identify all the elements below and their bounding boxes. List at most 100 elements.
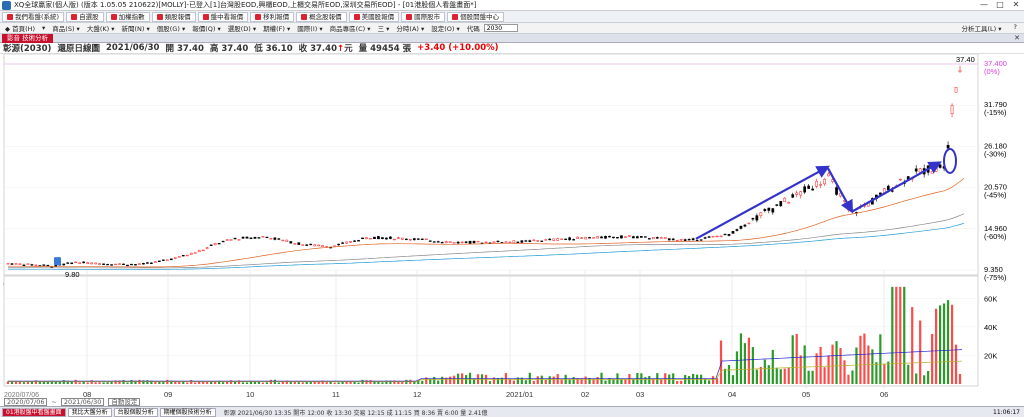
symbol-input[interactable]: 2030 <box>483 24 518 32</box>
volume-bar <box>536 376 539 384</box>
bottom-tab-0[interactable]: 01港股盤中看盤畫面 <box>2 407 66 417</box>
y-tick-percent: (0%) <box>984 67 1000 76</box>
candle-body <box>313 244 317 247</box>
x-tick-label: 04 <box>728 390 736 397</box>
menu-tab-4[interactable]: 盤中看報價 <box>197 11 249 22</box>
candle-body <box>209 244 213 246</box>
bottom-tab-3[interactable]: 期權個股技術分析 <box>159 407 216 417</box>
candle-body <box>958 70 962 73</box>
menu-tab-5[interactable]: 移利報價 <box>250 11 295 22</box>
candle-body <box>886 185 890 191</box>
candle-body <box>353 240 356 242</box>
candle-body <box>512 240 516 243</box>
volume-bar <box>747 337 750 384</box>
toolbar-right-item-0[interactable]: 分析工具(L) ▾ <box>959 23 1005 33</box>
menu-tab-0[interactable]: 我們看盤(系統) <box>2 11 65 22</box>
volume-bar <box>437 380 440 384</box>
range-from-input[interactable]: 2020/07/06 <box>4 397 48 406</box>
toolbar-item-1[interactable]: ▾ <box>39 24 48 32</box>
volume-bar <box>162 382 165 384</box>
bottom-tab-2[interactable]: 台股個股分析 <box>113 407 158 417</box>
range-mode-select[interactable]: 自動設定 <box>108 397 141 406</box>
volume-bar <box>62 380 65 384</box>
menu-tab-7[interactable]: 美國股報價 <box>348 11 400 22</box>
toolbar-item-11[interactable]: 三 ▾ <box>375 23 393 33</box>
candle-body <box>126 264 129 267</box>
candle-body <box>197 250 201 253</box>
candle-body <box>492 241 496 243</box>
menu-tab-1[interactable]: 自選股 <box>66 11 104 22</box>
toolbar-right-item-1[interactable]: ? <box>1011 23 1020 33</box>
chart-period[interactable]: 還原日線圖 <box>57 42 100 54</box>
toolbar-item-9[interactable]: 國際(I) ▾ <box>294 23 325 33</box>
close-window-button[interactable]: ✕ <box>1008 0 1024 10</box>
menu-tab-9[interactable]: 個股開盤中心 <box>447 11 505 22</box>
toolbar-item-14[interactable]: 代碼 <box>464 23 483 33</box>
toolbar-item-0[interactable]: ◆ 首頁(H) <box>2 23 38 33</box>
candle-body <box>763 209 767 211</box>
volume-bar <box>879 334 882 384</box>
candle-body <box>185 254 189 257</box>
toolbar-item-10[interactable]: 商品專區(C) ▾ <box>327 23 374 33</box>
toolbar-item-2[interactable]: 商品(S) ▾ <box>49 23 83 33</box>
menu-tab-label: 類股報價 <box>164 12 191 21</box>
toolbar-item-7[interactable]: 選股(D) ▾ <box>225 23 259 33</box>
candle-body <box>241 236 245 239</box>
x-tick-label: 11 <box>332 390 340 397</box>
candle-body <box>293 243 297 245</box>
price-chart[interactable]: 37.400(0%)31.790(-15%)26.180(-30%)20.570… <box>0 54 1024 397</box>
candle-body <box>150 262 153 264</box>
volume-bar <box>612 379 615 384</box>
candle-body <box>719 235 723 238</box>
candle-body <box>74 261 78 264</box>
toolbar-item-6[interactable]: 報價(Q) ▾ <box>189 23 224 33</box>
toolbar-item-8[interactable]: 期權(F) ▾ <box>260 23 293 33</box>
panel-close-icon[interactable]: ✕ <box>1014 34 1020 43</box>
candle-body <box>655 237 659 239</box>
volume-bar <box>759 366 762 384</box>
candle-body <box>584 236 587 240</box>
candle-body <box>540 240 544 242</box>
volume-bar <box>397 381 400 384</box>
volume-bar <box>38 381 41 384</box>
app-logo-icon <box>2 0 11 10</box>
volume-bar <box>903 286 906 384</box>
toolbar-item-4[interactable]: 新聞(N) ▾ <box>119 23 153 33</box>
x-tick-label: 05 <box>802 390 810 397</box>
candle-body <box>592 237 595 239</box>
menu-tab-2[interactable]: 加權指數 <box>105 11 150 22</box>
tab-icon <box>156 13 163 20</box>
toolbar-item-3[interactable]: 大盤(K) ▾ <box>84 23 118 33</box>
stock-name[interactable]: 彰源(2030) <box>3 42 51 54</box>
candle-body <box>345 241 348 244</box>
minimize-button[interactable]: — <box>976 0 992 10</box>
candle-body <box>162 259 165 261</box>
candle-body <box>317 244 321 247</box>
volume-bar <box>222 382 225 384</box>
candle-body <box>504 241 508 243</box>
candle-body <box>799 191 803 196</box>
currency-label: 元 <box>344 44 353 54</box>
volume-bar <box>931 333 934 384</box>
toolbar-item-12[interactable]: 分時(A) ▾ <box>393 23 427 33</box>
change-value: +3.40 <box>417 43 446 53</box>
menu-tab-8[interactable]: 國際股市 <box>401 11 446 22</box>
volume-bar <box>210 381 213 384</box>
maximize-button[interactable]: □ <box>992 0 1008 10</box>
toolbar-item-5[interactable]: 個股(G) ▾ <box>154 23 188 33</box>
candle-body <box>285 239 289 242</box>
volume-bar <box>301 382 304 384</box>
menu-tab-3[interactable]: 類股報價 <box>151 11 196 22</box>
candle-body <box>448 241 452 243</box>
candle-body <box>456 241 460 244</box>
menu-tab-6[interactable]: 概念股報價 <box>296 11 347 22</box>
toolbar-item-13[interactable]: 設定(O) ▾ <box>428 23 463 33</box>
menu-tab-label: 自選股 <box>79 12 99 21</box>
candle-body <box>18 263 22 265</box>
candle-body <box>122 263 125 265</box>
range-to-input[interactable]: 2021/06/30 <box>60 397 105 406</box>
candle-body <box>110 264 113 266</box>
volume-bar <box>194 382 197 384</box>
bottom-tab-1[interactable]: 我比大盤分析 <box>67 407 112 417</box>
panel-tab-row: 影音 技術分析 ✕ <box>0 34 1024 43</box>
